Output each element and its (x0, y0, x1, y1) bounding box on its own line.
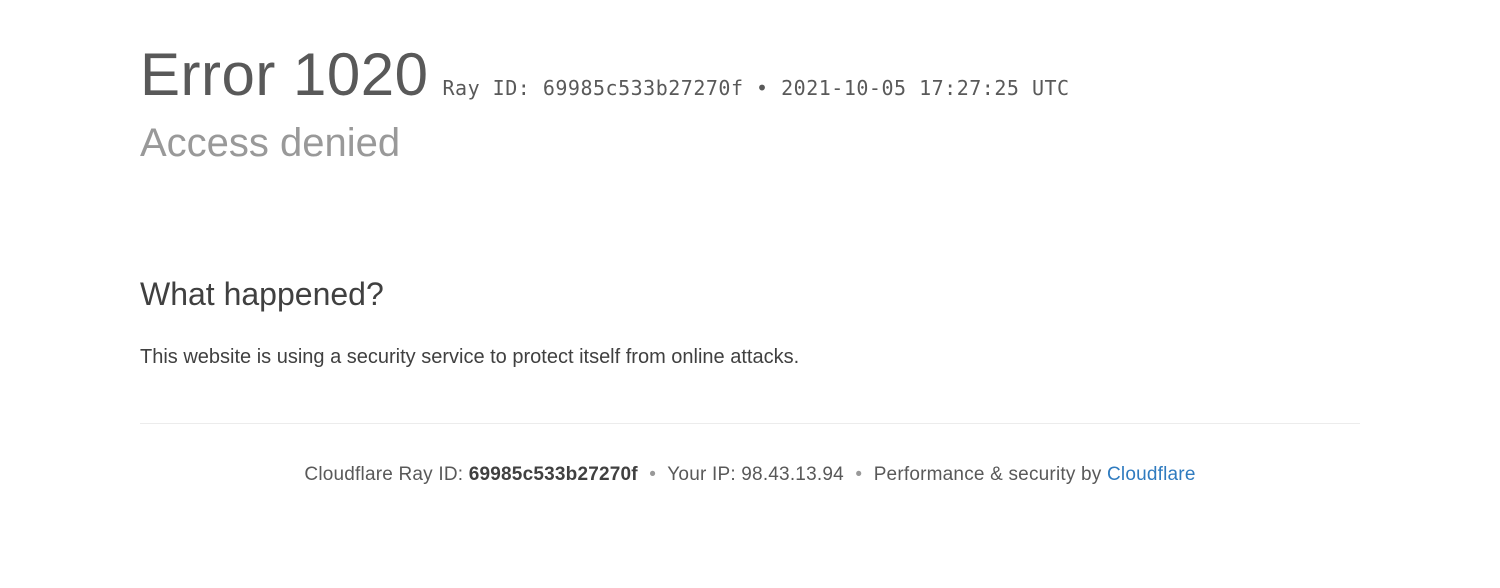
ray-id-label: Ray ID: (442, 76, 530, 100)
timestamp: 2021-10-05 17:27:25 UTC (781, 76, 1069, 100)
cloudflare-link[interactable]: Cloudflare (1107, 464, 1196, 485)
footer-ray-id: 69985c533b27270f (469, 464, 638, 485)
footer-ray-label: Cloudflare Ray ID: (304, 464, 463, 485)
divider (140, 423, 1360, 424)
explanation-section: What happened? This website is using a s… (140, 276, 860, 373)
bullet-separator: • (756, 76, 769, 100)
footer: Cloudflare Ray ID: 69985c533b27270f • Yo… (0, 464, 1500, 486)
footer-ip-label: Your IP: (667, 464, 736, 485)
ray-id-value: 69985c533b27270f (543, 76, 744, 100)
error-header: Error 1020 Ray ID: 69985c533b27270f • 20… (140, 40, 1360, 109)
error-subtitle: Access denied (140, 121, 1360, 166)
footer-separator: • (855, 464, 862, 485)
error-title: Error 1020 (140, 40, 428, 109)
section-heading: What happened? (140, 276, 860, 313)
error-page-container: Error 1020 Ray ID: 69985c533b27270f • 20… (0, 0, 1500, 373)
footer-separator: • (649, 464, 656, 485)
ray-id-info: Ray ID: 69985c533b27270f • 2021-10-05 17… (442, 76, 1069, 100)
footer-ip-value: 98.43.13.94 (741, 464, 844, 485)
section-body: This website is using a security service… (140, 341, 860, 373)
footer-perf-label: Performance & security by (874, 464, 1102, 485)
